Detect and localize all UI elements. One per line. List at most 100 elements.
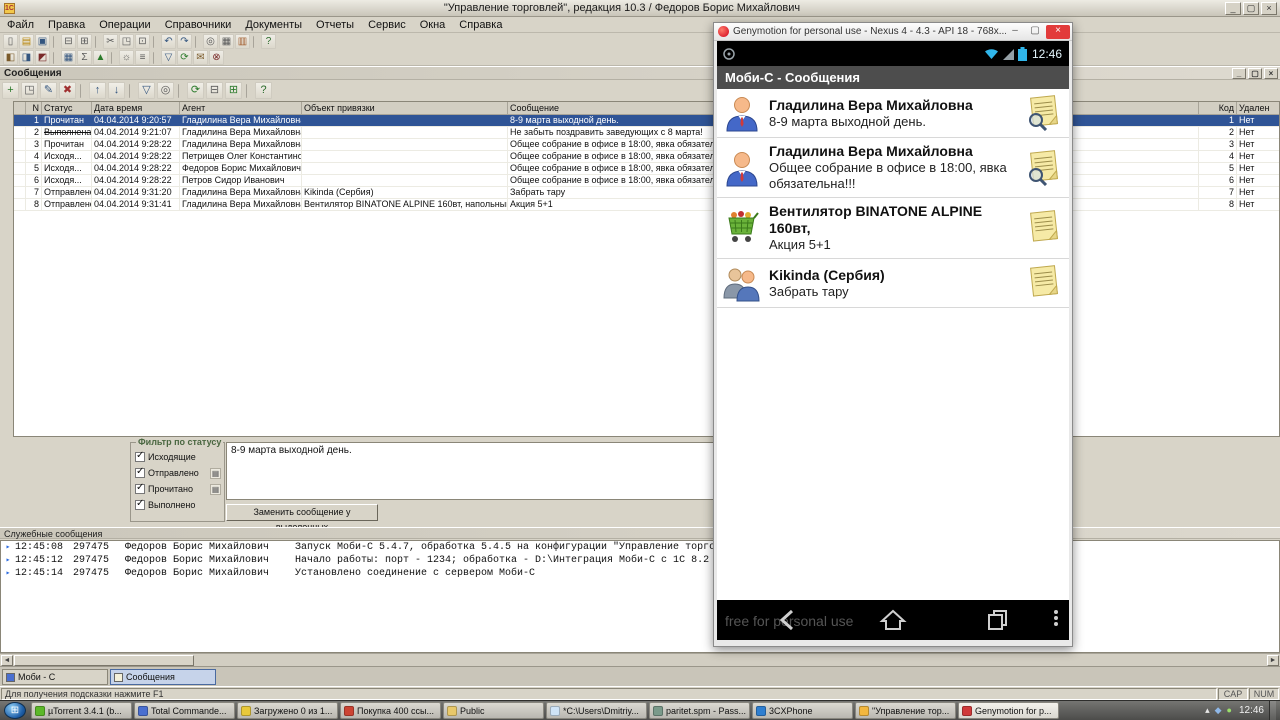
menu-item[interactable]: Отчеты bbox=[309, 18, 361, 32]
close-button[interactable]: × bbox=[1261, 1, 1277, 15]
toolbar-icon[interactable]: ⊞ bbox=[77, 34, 92, 49]
table-row[interactable]: 2 Выполнена 04.04.2014 9:21:07 Гладилина… bbox=[14, 127, 1279, 139]
toolbar-icon[interactable]: ⊡ bbox=[135, 34, 150, 49]
toolbar-icon[interactable] bbox=[246, 83, 251, 98]
column-header[interactable]: N bbox=[26, 102, 42, 114]
toolbar-icon[interactable]: ⟳ bbox=[187, 82, 204, 99]
column-header[interactable]: Дата время bbox=[92, 102, 180, 114]
child-restore-button[interactable]: ▢ bbox=[1248, 67, 1262, 79]
column-header[interactable]: Агент bbox=[180, 102, 302, 114]
toolbar-icon[interactable]: ◨ bbox=[19, 50, 34, 65]
toolbar-icon[interactable]: ▽ bbox=[161, 50, 176, 65]
toolbar-icon[interactable]: ▯ bbox=[3, 34, 18, 49]
toolbar-icon[interactable]: ⊞ bbox=[225, 82, 242, 99]
menu-overflow-button[interactable] bbox=[1053, 608, 1059, 628]
toolbar-icon[interactable]: Σ bbox=[77, 50, 92, 65]
toolbar-icon[interactable]: ⊗ bbox=[209, 50, 224, 65]
close-button[interactable]: × bbox=[1046, 24, 1070, 39]
filter-options-icon[interactable]: ▦ bbox=[210, 467, 221, 479]
toolbar-icon[interactable]: ◳ bbox=[21, 82, 38, 99]
toolbar-icon[interactable] bbox=[153, 35, 158, 48]
messages-window-titlebar[interactable]: Сообщения _ ▢ × bbox=[0, 67, 1280, 80]
toolbar-icon[interactable]: ⊟ bbox=[61, 34, 76, 49]
child-minimize-button[interactable]: _ bbox=[1232, 67, 1246, 79]
toolbar-icon[interactable]: ▣ bbox=[35, 34, 50, 49]
menu-item[interactable]: Правка bbox=[41, 18, 92, 32]
toolbar-icon[interactable] bbox=[53, 51, 58, 64]
toolbar-icon[interactable] bbox=[253, 35, 258, 48]
taskbar-item[interactable]: Public bbox=[443, 702, 544, 719]
table-row[interactable]: 4 Исходя... 04.04.2014 9:28:22 Петрищев … bbox=[14, 151, 1279, 163]
toolbar-icon[interactable]: ✉ bbox=[193, 50, 208, 65]
home-button[interactable] bbox=[879, 607, 907, 633]
menu-item[interactable]: Справочники bbox=[158, 18, 239, 32]
toolbar-icon[interactable] bbox=[153, 51, 158, 64]
toolbar-icon[interactable]: ✂ bbox=[103, 34, 118, 49]
toolbar-icon[interactable]: ▲ bbox=[93, 50, 108, 65]
toolbar-icon[interactable] bbox=[53, 35, 58, 48]
minimize-button[interactable]: _ bbox=[1225, 1, 1241, 15]
toolbar-icon[interactable]: + bbox=[2, 82, 19, 99]
open-note-button[interactable] bbox=[1023, 149, 1063, 186]
column-header[interactable]: Объект привязки bbox=[302, 102, 508, 114]
menu-item[interactable]: Окна bbox=[413, 18, 453, 32]
open-note-button[interactable] bbox=[1023, 95, 1063, 132]
toolbar-icon[interactable] bbox=[80, 83, 85, 98]
scroll-right-arrow[interactable]: ► bbox=[1267, 655, 1279, 666]
toolbar-icon[interactable]: ↑ bbox=[89, 82, 106, 99]
toolbar-icon[interactable] bbox=[178, 83, 183, 98]
filter-checkbox-row[interactable]: Выполнено bbox=[131, 497, 224, 513]
taskbar-item[interactable]: *C:\Users\Dmitriy... bbox=[546, 702, 647, 719]
column-header[interactable]: Код bbox=[1199, 102, 1237, 114]
taskbar-item[interactable]: Genymotion for p... bbox=[958, 702, 1059, 719]
menu-item[interactable]: Операции bbox=[92, 18, 157, 32]
toolbar-icon[interactable]: ↷ bbox=[177, 34, 192, 49]
toolbar-icon[interactable]: ☼ bbox=[119, 50, 134, 65]
open-note-button[interactable] bbox=[1023, 265, 1063, 301]
log-row[interactable]: ▸ 12:45:08 297475 Федоров Борис Михайлов… bbox=[1, 541, 1279, 554]
taskbar-item[interactable]: µTorrent 3.4.1 (b... bbox=[31, 702, 132, 719]
toolbar-icon[interactable]: ▥ bbox=[235, 34, 250, 49]
checkbox[interactable] bbox=[135, 482, 145, 494]
taskbar-item[interactable]: 3CXPhone bbox=[752, 702, 853, 719]
toolbar-icon[interactable]: ✖ bbox=[59, 82, 76, 99]
toolbar-icon[interactable]: ▤ bbox=[19, 34, 34, 49]
toolbar-icon[interactable]: ⊟ bbox=[206, 82, 223, 99]
toolbar-icon[interactable]: ≡ bbox=[135, 50, 150, 65]
scrollbar-thumb[interactable] bbox=[14, 655, 194, 666]
toolbar-icon[interactable]: ◧ bbox=[3, 50, 18, 65]
table-row[interactable]: 8 Отправлено 04.04.2014 9:31:41 Гладилин… bbox=[14, 199, 1279, 211]
messages-table[interactable]: N Статус Дата время Агент Объект привязк… bbox=[13, 101, 1280, 437]
tray-icon[interactable]: ● bbox=[1227, 705, 1232, 716]
taskbar-item[interactable]: Покупка 400 ссы... bbox=[340, 702, 441, 719]
menu-item[interactable]: Сервис bbox=[361, 18, 413, 32]
toolbar-icon[interactable]: ↓ bbox=[108, 82, 125, 99]
tray-icon[interactable]: ◆ bbox=[1215, 705, 1222, 716]
main-titlebar[interactable]: 1С "Управление торговлей", редакция 10.3… bbox=[0, 0, 1280, 17]
show-desktop-button[interactable] bbox=[1269, 700, 1276, 720]
filter-checkbox-row[interactable]: Исходящие bbox=[131, 449, 224, 465]
filter-checkbox-row[interactable]: Отправлено ▦ bbox=[131, 465, 224, 481]
maximize-button[interactable]: ▢ bbox=[1243, 1, 1259, 15]
menu-item[interactable]: Справка bbox=[452, 18, 509, 32]
window-tab[interactable]: Моби - С bbox=[2, 669, 108, 685]
child-close-button[interactable]: × bbox=[1264, 67, 1278, 79]
log-row[interactable]: ▸ 12:45:14 297475 Федоров Борис Михайлов… bbox=[1, 567, 1279, 580]
taskbar-item[interactable]: paritet.spm - Pass... bbox=[649, 702, 750, 719]
table-row[interactable]: 1 Прочитан 04.04.2014 9:20:57 Гладилина … bbox=[14, 115, 1279, 127]
maximize-button[interactable]: ▢ bbox=[1026, 25, 1044, 39]
filter-checkbox-row[interactable]: Прочитано ▦ bbox=[131, 481, 224, 497]
table-row[interactable]: 5 Исходя... 04.04.2014 9:28:22 Федоров Б… bbox=[14, 163, 1279, 175]
toolbar-icon[interactable] bbox=[95, 35, 100, 48]
toolbar-icon[interactable] bbox=[129, 83, 134, 98]
toolbar-icon[interactable]: ? bbox=[261, 34, 276, 49]
toolbar-icon[interactable]: ◎ bbox=[157, 82, 174, 99]
toolbar-icon[interactable]: ▽ bbox=[138, 82, 155, 99]
toolbar-icon[interactable]: ↶ bbox=[161, 34, 176, 49]
checkbox[interactable] bbox=[135, 498, 145, 510]
log-row[interactable]: ▸ 12:45:12 297475 Федоров Борис Михайлов… bbox=[1, 554, 1279, 567]
window-tab[interactable]: Сообщения bbox=[110, 669, 216, 685]
message-list-item[interactable]: Вентилятор BINATONE ALPINE 160вт, Акция … bbox=[717, 198, 1069, 259]
horizontal-scrollbar[interactable]: ◄ ► bbox=[0, 653, 1280, 666]
open-note-button[interactable] bbox=[1023, 210, 1063, 246]
